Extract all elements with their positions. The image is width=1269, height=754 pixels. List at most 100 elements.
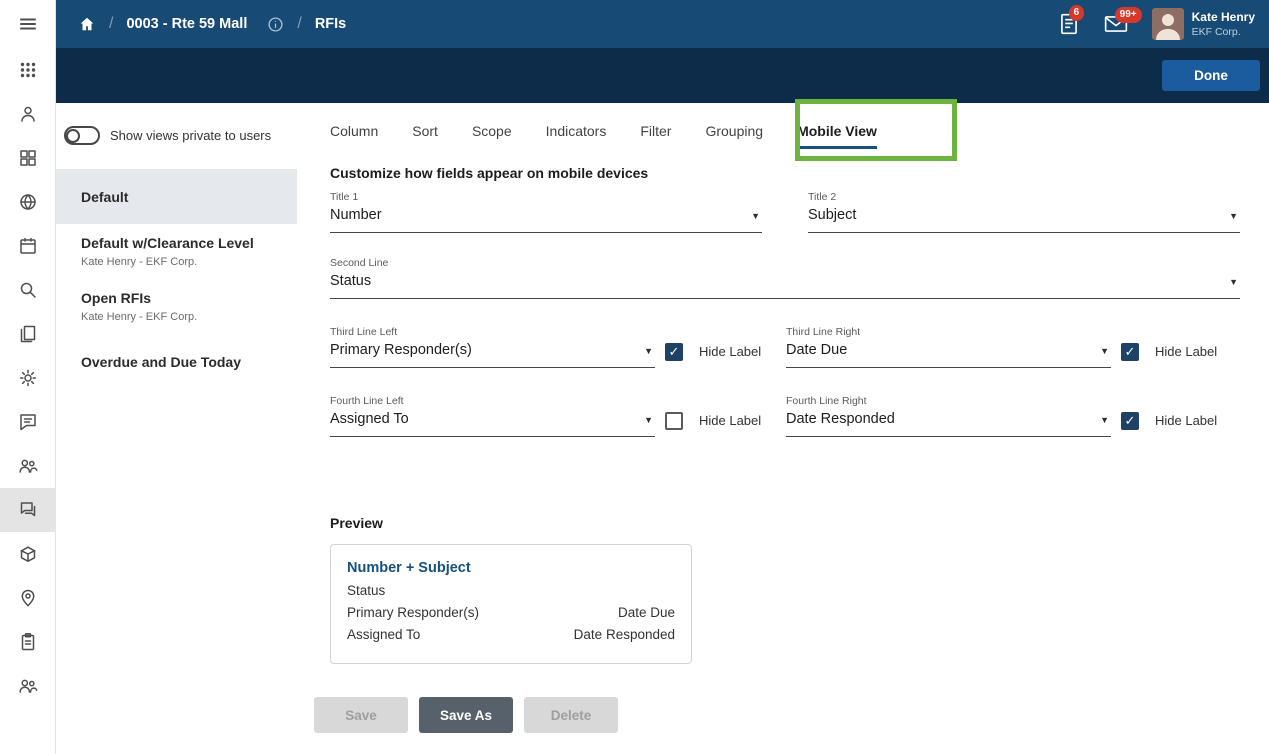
user-avatar bbox=[1152, 8, 1184, 40]
feedback-icon[interactable] bbox=[0, 400, 56, 444]
left-icon-rail bbox=[0, 0, 56, 754]
hide-label-checkbox[interactable] bbox=[1121, 343, 1139, 361]
dropdown-caret-icon: ▼ bbox=[1229, 277, 1238, 287]
fourth-left-group: Fourth Line Left Assigned To ▼ Hide Labe… bbox=[330, 395, 786, 437]
dashboard-icon[interactable] bbox=[0, 136, 56, 180]
home-icon[interactable] bbox=[78, 15, 96, 33]
fourth-right-field: Fourth Line Right Date Responded ▼ bbox=[786, 395, 1111, 437]
breadcrumb-tool[interactable]: RFIs bbox=[315, 16, 346, 32]
title1-select[interactable]: Number ▼ bbox=[330, 207, 762, 233]
third-right-field: Third Line Right Date Due ▼ bbox=[786, 326, 1111, 368]
dropdown-caret-icon: ▼ bbox=[1100, 415, 1109, 425]
preview-title: Number + Subject bbox=[347, 560, 675, 576]
info-icon[interactable] bbox=[267, 16, 284, 33]
form-row-third-line: Third Line Left Primary Responder(s) ▼ H… bbox=[330, 326, 1242, 368]
user-info: Kate Henry EKF Corp. bbox=[1192, 10, 1255, 39]
hide-label-checkbox[interactable] bbox=[665, 412, 683, 430]
view-item-default[interactable]: Default bbox=[56, 169, 297, 224]
settings-gear-icon[interactable] bbox=[0, 356, 56, 400]
view-item-clearance[interactable]: Default w/Clearance Level Kate Henry - E… bbox=[56, 224, 297, 279]
user-menu[interactable]: Kate Henry EKF Corp. bbox=[1152, 8, 1255, 40]
tab-grouping[interactable]: Grouping bbox=[705, 123, 763, 149]
crew-icon[interactable] bbox=[0, 664, 56, 708]
view-item-open-rfis[interactable]: Open RFIs Kate Henry - EKF Corp. bbox=[56, 279, 297, 334]
done-button[interactable]: Done bbox=[1162, 60, 1260, 91]
title2-field: Title 2 Subject ▼ bbox=[808, 191, 1240, 233]
save-button: Save bbox=[314, 697, 408, 733]
preview-label: Preview bbox=[330, 515, 1242, 531]
main-content: Show views private to users Default Defa… bbox=[56, 103, 1269, 754]
tab-mobile-view[interactable]: Mobile View bbox=[797, 123, 877, 149]
mobile-view-heading: Customize how fields appear on mobile de… bbox=[330, 165, 1242, 181]
dropdown-caret-icon: ▼ bbox=[1100, 346, 1109, 356]
breadcrumb-separator: / bbox=[109, 15, 113, 33]
tab-filter[interactable]: Filter bbox=[640, 123, 671, 149]
private-views-toggle[interactable] bbox=[64, 126, 100, 145]
fourth-right-group: Fourth Line Right Date Responded ▼ Hide … bbox=[786, 395, 1242, 437]
third-left-group: Third Line Left Primary Responder(s) ▼ H… bbox=[330, 326, 786, 368]
inbox-mail-icon[interactable]: 99+ bbox=[1104, 14, 1128, 34]
private-views-toggle-label: Show views private to users bbox=[110, 128, 271, 143]
apps-grid-icon[interactable] bbox=[0, 48, 56, 92]
user-name: Kate Henry bbox=[1192, 10, 1255, 24]
tab-column[interactable]: Column bbox=[330, 123, 378, 149]
third-left-select[interactable]: Primary Responder(s) ▼ bbox=[330, 342, 655, 368]
tab-sort[interactable]: Sort bbox=[412, 123, 438, 149]
preview-section: Preview Number + Subject Status Primary … bbox=[330, 515, 1242, 664]
preview-card: Number + Subject Status Primary Responde… bbox=[330, 544, 692, 664]
form-row-titles: Title 1 Number ▼ Title 2 Subject ▼ bbox=[330, 191, 1242, 233]
tab-indicators[interactable]: Indicators bbox=[546, 123, 607, 149]
preview-second-line: Status bbox=[347, 583, 675, 598]
fourth-right-select[interactable]: Date Responded ▼ bbox=[786, 411, 1111, 437]
deliveries-icon[interactable] bbox=[0, 532, 56, 576]
search-icon[interactable] bbox=[0, 268, 56, 312]
reports-badge: 6 bbox=[1069, 5, 1085, 21]
view-config-content: Column Sort Scope Indicators Filter Grou… bbox=[330, 103, 1242, 733]
fourth-left-select[interactable]: Assigned To ▼ bbox=[330, 411, 655, 437]
breadcrumb-project[interactable]: 0003 - Rte 59 Mall bbox=[126, 16, 247, 32]
calendar-icon[interactable] bbox=[0, 224, 56, 268]
form-row-second-line: Second Line Status ▼ bbox=[330, 257, 1242, 299]
preview-fourth-line: Assigned To Date Responded bbox=[347, 627, 675, 642]
third-right-select[interactable]: Date Due ▼ bbox=[786, 342, 1111, 368]
third-left-field: Third Line Left Primary Responder(s) ▼ bbox=[330, 326, 655, 368]
topbar-right-group: 6 99+ Kate Henry EKF Corp. bbox=[1058, 8, 1269, 40]
documents-icon[interactable] bbox=[0, 312, 56, 356]
breadcrumb-separator: / bbox=[297, 15, 301, 33]
dropdown-caret-icon: ▼ bbox=[751, 211, 760, 221]
team-icon[interactable] bbox=[0, 444, 56, 488]
hide-label-checkbox[interactable] bbox=[1121, 412, 1139, 430]
hamburger-menu-icon[interactable] bbox=[0, 0, 56, 48]
title2-select[interactable]: Subject ▼ bbox=[808, 207, 1240, 233]
action-buttons: Save Save As Delete bbox=[314, 697, 1242, 733]
reports-icon[interactable]: 6 bbox=[1058, 12, 1080, 36]
forum-rfi-icon[interactable] bbox=[0, 488, 56, 532]
user-company: EKF Corp. bbox=[1192, 26, 1255, 39]
toggle-knob bbox=[66, 129, 80, 143]
globe-icon[interactable] bbox=[0, 180, 56, 224]
fourth-left-field: Fourth Line Left Assigned To ▼ bbox=[330, 395, 655, 437]
save-as-button[interactable]: Save As bbox=[419, 697, 513, 733]
dropdown-caret-icon: ▼ bbox=[644, 415, 653, 425]
tab-scope[interactable]: Scope bbox=[472, 123, 512, 149]
hide-label-checkbox[interactable] bbox=[665, 343, 683, 361]
top-navigation-bar: / 0003 - Rte 59 Mall / RFIs 6 99+ Kate H… bbox=[56, 0, 1269, 48]
directory-icon[interactable] bbox=[0, 92, 56, 136]
private-views-toggle-row: Show views private to users bbox=[56, 103, 297, 145]
title1-field: Title 1 Number ▼ bbox=[330, 191, 762, 233]
dropdown-caret-icon: ▼ bbox=[1229, 211, 1238, 221]
views-panel: Show views private to users Default Defa… bbox=[56, 103, 297, 389]
second-line-field: Second Line Status ▼ bbox=[330, 257, 1240, 299]
delete-button: Delete bbox=[524, 697, 618, 733]
second-line-select[interactable]: Status ▼ bbox=[330, 273, 1240, 299]
tasks-clipboard-icon[interactable] bbox=[0, 620, 56, 664]
app: / 0003 - Rte 59 Mall / RFIs 6 99+ Kate H… bbox=[0, 0, 1269, 754]
tab-bar: Column Sort Scope Indicators Filter Grou… bbox=[330, 103, 1242, 149]
preview-third-line: Primary Responder(s) Date Due bbox=[347, 605, 675, 620]
dropdown-caret-icon: ▼ bbox=[644, 346, 653, 356]
third-right-group: Third Line Right Date Due ▼ Hide Label bbox=[786, 326, 1242, 368]
view-item-overdue[interactable]: Overdue and Due Today bbox=[56, 334, 297, 389]
locations-pin-icon[interactable] bbox=[0, 576, 56, 620]
view-list: Default Default w/Clearance Level Kate H… bbox=[56, 169, 297, 389]
inbox-badge: 99+ bbox=[1115, 7, 1142, 23]
